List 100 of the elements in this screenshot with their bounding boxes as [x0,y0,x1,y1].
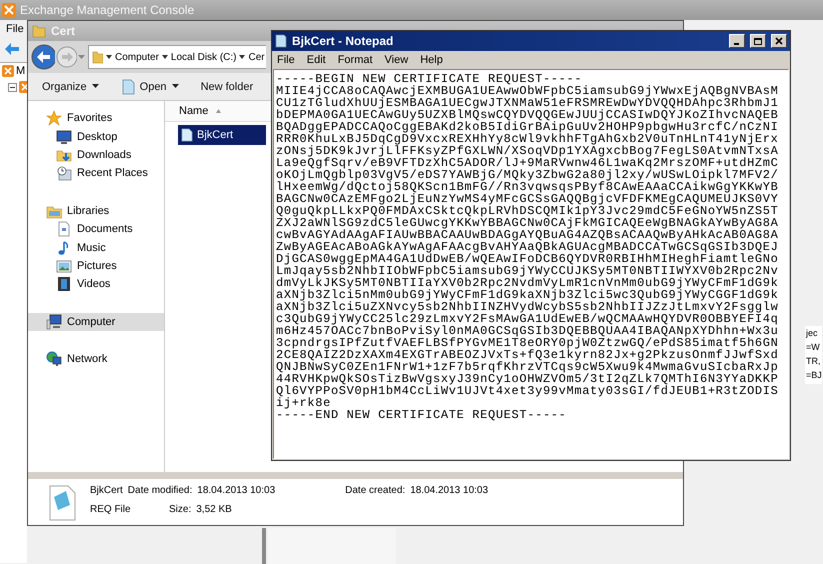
film-icon [56,276,72,292]
caret-icon [172,84,179,89]
close-button[interactable] [771,34,787,48]
file-row[interactable]: BjkCert [178,125,266,145]
text-line: bDEPMA0GA1UECAwGUy5UZXBlMQswCQYDVQQGEwJUUjCCASIwDQYJKoZIhvcNAQEB [276,109,778,121]
chevron-icon[interactable] [162,54,168,60]
text-line: 3cpndrgsIPfZutfVAEFLBSfPYGvME1T8eORY0pjW0ZtzwGQ/ePdS85imatf5h6GN [276,337,778,349]
toolbar-button[interactable]: Organize [40,78,101,94]
maximize-button[interactable] [750,34,766,48]
back-arrow-icon[interactable] [4,42,20,56]
nav-item[interactable]: Libraries [28,202,164,220]
column-header[interactable]: Name [165,101,274,122]
text-fragment: =W [806,342,821,352]
close-icon[interactable] [774,37,784,45]
notepad-file-icon [48,485,76,521]
nav-item[interactable]: Videos [28,275,164,294]
text-line: zONsj5DK9kJvrjLlFFKsyZPfGXLWN/XSoqVDp1YXAgxcbBog7FegLS0AtvmNTxsA [276,145,778,157]
text-line: DjGCAS0wggEpMA4GA1UdDwEB/wQEAwIFoDCB6QYDVR0RBIHhMIHeghFiamtleGNo [276,253,778,265]
back-button-icon[interactable] [31,44,55,70]
text-line: -----BEGIN NEW CERTIFICATE REQUEST----- [276,73,582,85]
window-title: Exchange Management Console [20,3,194,17]
menu-item[interactable]: Edit [306,54,326,66]
field-value: 18.04.2013 10:03 [410,485,488,496]
sort-icon [216,109,222,113]
text-line: aXNjb3Zlci5nMm0ubG9jYWyCFmF1dG9kaXNjb3Zlci5wc3QubG9jYWyCGGF1dG9k [276,289,778,301]
text-line: Q0guQkpLLkxPQ0FMDAxCSktcQkpLRVhDSCQMIk1pY3Jvc29mdC5FeGNoYW5nZS5T [276,205,778,217]
text-line: ZwByAGEAcABoAGkAYwAgAFAAcgBvAHYAaQBkAGUAcgMBADCCATwGCSqGSIb3DQEJ [276,241,778,253]
file-icon [181,128,193,142]
notepad-icon [120,78,135,94]
column-title: Name [179,105,208,117]
monitor-icon [56,128,72,145]
folder-icon [32,24,46,38]
text-line: ij+rk8e [276,397,331,409]
menu-item[interactable]: Help [420,54,443,66]
nav-item[interactable]: Music [28,238,164,257]
nav-item[interactable]: Recent Places [28,164,164,183]
caret-icon [92,84,99,89]
nav-item[interactable]: Downloads [28,146,164,164]
minimize-button[interactable] [729,34,745,48]
nav-item[interactable]: Pictures [28,256,164,276]
text-line: -----END NEW CERTIFICATE REQUEST----- [276,409,566,421]
text-line: QNJBNwSyC0ZEn1FNrW1+1zF7b5rqfKhrzVTCqs9cW5Xwu9k4MwmaGvuSIcbaRxJp [276,361,778,373]
breadcrumb-item[interactable]: Local Disk (C:) [170,52,236,62]
text-line: CU1zTGludXhUUjESMBAGA1UECgwJTXNMaW51eFRSMREwDwYDVQQHDAhpc3RhbmJ1 [276,97,778,109]
text-fragment: =BJ [806,370,822,380]
field-value: 18.04.2013 10:03 [197,485,276,496]
nav-item[interactable]: Desktop [28,127,164,146]
text-line: MIIE4jCCA8oCAQAwcjEXMBUGA1UEAwwObWFpbC5iamsubG9jYWwxEjAQBgNVBAsM [276,85,778,97]
field-value: 3,52 KB [196,504,232,515]
toolbar-button[interactable]: New folder [198,78,256,94]
tree-label[interactable]: M [16,65,26,77]
text-line: c3QubG9jYWyCC25lc29zLmxvY2FsMAwGA1UdEwEB/wQCMAAwHQYDVR0OBBYEFI4q [276,313,778,325]
maximize-icon[interactable] [753,37,763,45]
nav-item[interactable]: Computer [28,312,164,331]
text-line: 2CE8QAIZ2DzXAXm4EXGTrABEOZJVxTs+fQ3e1kyrn82Jx+g2PkzusOnmfJJwfSxd [276,349,778,361]
text-line: oKOjLmQgblp03VgV5/eDS7YAWBjG/MQky3ZbwG2a80jl2xy/wUSwLOipkl7MFV2/ [276,169,778,181]
breadcrumb-item[interactable]: Computer [115,52,159,62]
text-line: ZXJ2aWNlSG9zdC5leGUwcgYKKwYBBAGCNw0CAjFkMGICAQEeWgBNAGkAYwByAG8A [276,217,778,229]
text-line: RRR0KhuLxBJ5DqCgD9VxcxREXHhYy8cWl9vkhhFTgAhGxb2V0uTnHLnT41yNjErx [276,133,778,145]
menu-item[interactable]: File [6,23,24,35]
menu-item[interactable]: Format [338,54,373,66]
document-icon [56,221,72,238]
chevron-icon[interactable] [239,54,246,60]
field-label: Date created: [345,485,406,496]
text-line: m6Hz457OACc7bnBoPviSyl0nMA0GCSqGSIb3DQEBBQUAA4IBAQANpXYDhhn+Wx3u [276,325,778,337]
exchange-logo-icon [2,3,16,17]
text-line: BAGCNw0CAzEMFgo2LjEuNzYwMS4yMFcGCSsGAQQBgjcVFDFKMEgCAQUMEUJKS0VY [276,193,778,205]
field-label: Size: [169,504,192,515]
file-name: BjkCert [90,485,123,496]
menu-item[interactable]: File [277,54,295,66]
computer-icon [46,314,62,330]
globe-computer-icon [46,351,62,368]
notepad-icon [275,34,287,48]
menu-item[interactable]: View [384,54,408,66]
nav-item[interactable]: Documents [28,220,164,238]
toolbar-button[interactable]: Open [118,76,181,96]
nav-item[interactable]: Network [28,350,164,368]
folder-icon [92,50,103,64]
window-title: Cert [51,24,76,38]
nav-item[interactable]: Favorites [28,109,164,128]
text-line: Ql6VYPPoSV0pH1bM4CcLiWv1UJVt4xet3y99vMmaty03sGI/fdJEUB1+R3tZODIS [276,385,778,397]
text-area[interactable] [273,69,789,459]
text-line: LmJqay5sb2NhbIIObWFpbC5iamsubG9jYWyCCUJKSy5MT0NBTIIWYXV0b2Rpc2Nv [276,265,778,277]
picture-icon [56,258,72,274]
field-label: Date modified: [128,485,192,496]
breadcrumb-item[interactable]: Cer [248,52,265,62]
file-type: REQ File [90,504,132,515]
star-icon [46,110,62,126]
address-bar[interactable]: Computer Local Disk (C:) Cer [88,45,266,69]
text-line: cwBvAGYAdAAgAFIAUwBBACAAUwBDAGgAYQBuAG4AZQBsACAAQwByAHkAcAB0AG8A [276,229,778,241]
text-fragment: TR, [806,356,822,366]
splitter [262,528,266,564]
chevron-icon[interactable] [106,54,112,60]
text-fragment: jec [806,328,819,338]
collapse-icon[interactable] [8,82,17,92]
text-line: 44RVHKpwQkSOsTizBwVgsxyJ39nCy1oOHWZVOm5/3tI2qZLk7QMThI6N3YYaDKKP [276,373,778,385]
text-line: aXNjb3Zlci5uZXNvcy5sb2NhbIINZHVydWcybS5sb2NhbIIJZzJtLmxvY2Fsgglw [276,301,778,313]
text-line: lHxeemWg/dQctoj58QKScn1BmFG//Rn3vqwsqsPByf8CAwEAAaCCAikwGgYKKwYB [276,181,778,193]
clock-folder-icon [56,165,72,182]
window-title: BjkCert - Notepad [292,34,394,48]
